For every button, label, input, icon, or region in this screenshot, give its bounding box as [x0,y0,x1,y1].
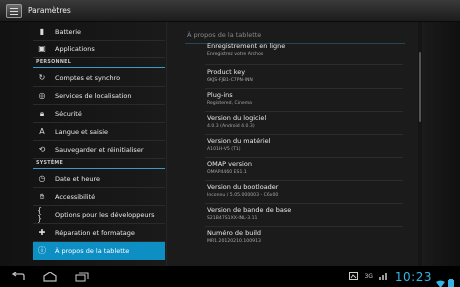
info-row-subtitle: Enregistrez votre Archos [207,52,264,57]
settings-sidebar: ▮ Batterie ▣ Applications PERSONNEL ↻ Co… [33,22,165,266]
info-row-title: Plug-ins [207,91,233,99]
sidebar-item-accessibility[interactable]: ✋︎ Accessibilité [33,189,165,206]
info-row-title: Product key [207,68,246,76]
sidebar-item-label: Sauvegarder et réinitialiser [55,146,144,154]
sync-icon: ↻ [38,73,46,82]
row-divider [205,226,403,227]
info-row-build-number[interactable]: Numéro de build MR1.20120210.100913 [207,229,407,244]
info-row-title: OMAP version [207,160,252,168]
sidebar-item-label: Langue et saisie [55,128,109,136]
info-row-subtitle: Inconnu / 5.05.000003 - C6x00 [207,193,279,198]
info-row-subtitle: S21B47S1XX-INL-3.11 [207,216,258,221]
info-row-title: Version de bande de base [207,206,292,214]
sidebar-item-label: Batterie [55,28,82,36]
section-header-label: SYSTÈME [36,161,64,166]
lock-icon: 🔒︎ [39,109,45,118]
clock-icon: ◷ [38,174,46,183]
row-divider [205,157,403,158]
row-divider [205,88,403,89]
detail-header: À propos de la tablette [187,31,262,39]
info-row-title: Enregistrement en ligne [207,42,286,50]
status-tray[interactable]: 3G 10:23 [343,266,456,287]
sidebar-item-applications[interactable]: ▣ Applications [33,41,165,58]
action-bar: Paramètres [0,0,460,22]
network-type: 3G [364,273,373,280]
sidebar-item-label: Applications [55,45,95,53]
sidebar-item-developer-options[interactable]: { } Options pour les développeurs [33,207,165,224]
system-bar: 3G 10:23 [0,266,460,287]
accessibility-icon: ✋︎ [39,192,45,201]
sidebar-item-accounts-sync[interactable]: ↻ Comptes et synchro [33,70,165,87]
scrollbar[interactable] [418,22,422,266]
clock: 10:23 [394,269,432,284]
info-row-online-registration[interactable]: Enregistrement en ligne Enregistrez votr… [207,42,407,57]
sidebar-item-label: Réparation et formatage [55,229,135,237]
info-row-title: Version du matériel [207,137,271,145]
row-divider [205,203,403,204]
screenshot-icon [349,271,359,282]
sidebar-item-repair[interactable]: ✚ Réparation et formatage [33,225,165,242]
info-row-title: Numéro de build [207,229,262,237]
sidebar-item-label: Date et heure [55,175,100,183]
applications-icon: ▣ [38,44,46,53]
row-divider [205,111,403,112]
info-row-subtitle: A101H-V5 (T1) [207,147,241,152]
section-header-system: SYSTÈME [33,160,165,169]
info-row-bootloader-version[interactable]: Version du bootloader Inconnu / 5.05.000… [207,183,407,198]
row-divider [205,134,403,135]
info-row-omap-version[interactable]: OMAP version OMAP4460 ES1.1 [207,160,407,175]
content-area: ▮ Batterie ▣ Applications PERSONNEL ↻ Co… [0,22,460,266]
section-header-personal: PERSONNEL [33,59,165,68]
recent-apps-icon[interactable] [74,271,90,283]
repair-icon: ✚ [38,228,46,237]
detail-pane: À propos de la tablette Enregistrement e… [166,22,424,266]
sidebar-item-backup[interactable]: ⟲ Sauvegarder et réinitialiser [33,142,165,159]
info-row-subtitle: MR1.20120210.100913 [207,239,261,244]
scrollbar-thumb[interactable] [419,52,421,122]
location-icon: ◎ [38,91,46,100]
developer-icon: { } [37,206,43,223]
sidebar-item-label: Comptes et synchro [55,74,121,82]
info-row-title: Version du bootloader [207,183,279,191]
sidebar-item-about-tablet[interactable]: ⓘ À propos de la tablette [33,242,165,260]
sidebar-item-language[interactable]: A Langue et saisie [33,124,165,141]
home-icon[interactable] [42,271,58,283]
info-row-subtitle: OMAP4460 ES1.1 [207,170,247,175]
info-row-baseband-version[interactable]: Version de bande de base S21B47S1XX-INL-… [207,206,407,221]
sidebar-item-date-time[interactable]: ◷ Date et heure [33,171,165,188]
sidebar-item-security[interactable]: 🔒︎ Sécurité [33,106,165,123]
language-icon: A [39,127,45,136]
info-row-software-version[interactable]: Version du logiciel 4.0.3 (Android 4.0.3… [207,114,407,129]
info-row-title: Version du logiciel [207,114,267,122]
info-row-subtitle: Registered, Cinema [207,101,252,106]
wifi-icon [436,273,445,287]
battery-status-icon [448,273,456,287]
info-row-hardware-version[interactable]: Version du matériel A101H-V5 (T1) [207,137,407,152]
signal-bars-icon [378,272,389,282]
backup-icon: ⟲ [38,145,46,154]
section-header-label: PERSONNEL [36,60,72,65]
row-divider [205,180,403,181]
settings-icon[interactable] [6,3,22,18]
sidebar-item-label: Services de localisation [55,92,132,100]
info-row-product-key[interactable]: Product key 6KJS-FJB1-C7PN-INN [207,68,407,83]
back-icon[interactable] [10,271,26,283]
battery-icon: ▮ [39,27,45,36]
info-row-subtitle: 6KJS-FJB1-C7PN-INN [207,78,253,83]
info-row-plugins[interactable]: Plug-ins Registered, Cinema [207,91,407,106]
sidebar-item-label: À propos de la tablette [55,246,130,255]
info-row-subtitle: 4.0.3 (Android 4.0.3) [207,124,255,129]
sidebar-item-battery[interactable]: ▮ Batterie [33,24,165,41]
row-divider [205,64,403,65]
sidebar-item-location[interactable]: ◎ Services de localisation [33,88,165,105]
info-icon: ⓘ [38,245,46,255]
app-title: Paramètres [28,6,71,15]
sidebar-item-label: Options pour les développeurs [55,211,155,219]
sidebar-item-label: Accessibilité [55,193,96,201]
sidebar-item-label: Sécurité [55,110,82,118]
